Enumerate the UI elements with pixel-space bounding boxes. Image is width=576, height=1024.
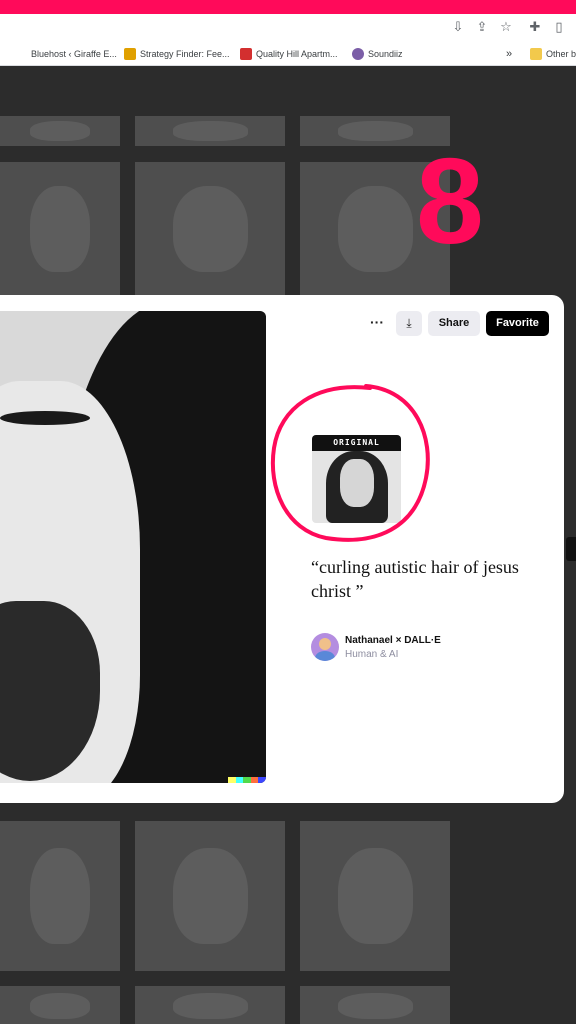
overflow-label: » xyxy=(506,48,513,60)
bookmark-label: Quality Hill Apartm... xyxy=(256,49,338,59)
prompt-text: “curling autistic hair of jesus christ ” xyxy=(311,557,519,601)
gallery-tile[interactable] xyxy=(300,986,450,1024)
download-app-icon[interactable]: ⇩ xyxy=(450,20,466,36)
gallery-tile[interactable] xyxy=(135,821,285,971)
download-button[interactable]: ⤓ xyxy=(396,311,422,336)
gallery-tile[interactable] xyxy=(0,821,120,971)
annotation-number: 8 xyxy=(416,133,484,269)
share-icon[interactable]: ⇪ xyxy=(474,20,490,36)
bookmark-label: Other b xyxy=(546,49,576,59)
star-icon[interactable]: ☆ xyxy=(498,20,514,36)
dalle-signature xyxy=(228,777,266,783)
favorite-button[interactable]: Favorite xyxy=(486,311,549,336)
original-badge: ORIGINAL xyxy=(312,435,401,451)
gallery-tile[interactable] xyxy=(300,821,450,971)
avatar xyxy=(311,633,339,661)
original-image-thumbnail[interactable]: ORIGINAL xyxy=(312,435,401,523)
bookmark-soundiiz[interactable]: Soundiiz xyxy=(352,46,403,62)
share-button[interactable]: Share xyxy=(428,311,480,336)
annotation-top-strip xyxy=(0,0,576,14)
download-icon: ⤓ xyxy=(406,316,412,330)
soundiiz-icon xyxy=(352,48,364,60)
gallery-tile[interactable] xyxy=(0,986,120,1024)
bookmarks-overflow[interactable]: » xyxy=(506,46,512,62)
gallery-tile[interactable] xyxy=(0,116,120,146)
bookmark-bluehost[interactable]: Bluehost ‹ Giraffe E... xyxy=(4,46,117,62)
bookmark-label: Bluehost ‹ Giraffe E... xyxy=(31,49,117,59)
folder-icon xyxy=(530,48,542,60)
author-info[interactable]: Nathanael × DALL·E Human & AI xyxy=(311,633,441,661)
bookmark-label: Soundiiz xyxy=(368,49,403,59)
more-options-button[interactable]: ··· xyxy=(364,313,390,335)
image-detail-modal xyxy=(0,295,564,803)
bookmark-other[interactable]: Other b xyxy=(530,46,576,62)
quality-hill-icon xyxy=(240,48,252,60)
generated-image xyxy=(0,311,266,783)
author-subtitle: Human & AI xyxy=(345,648,399,660)
bookmark-strategy-finder[interactable]: Strategy Finder: Fee... xyxy=(124,46,230,62)
gallery-tile[interactable] xyxy=(135,116,285,146)
browser-toolbar: ⇩ ⇪ ☆ ✚ ▯ xyxy=(0,14,576,42)
extensions-icon[interactable]: ✚ xyxy=(527,20,543,36)
gallery-tile[interactable] xyxy=(135,162,285,296)
bookmarks-bar: Bluehost ‹ Giraffe E... Strategy Finder:… xyxy=(0,42,576,66)
sidebar-icon[interactable]: ▯ xyxy=(551,20,567,36)
bookmark-label: Strategy Finder: Fee... xyxy=(140,49,230,59)
gallery-tile[interactable] xyxy=(135,986,285,1024)
bookmark-quality-hill[interactable]: Quality Hill Apartm... xyxy=(240,46,338,62)
strategy-finder-icon xyxy=(124,48,136,60)
next-arrow-tab[interactable] xyxy=(566,537,576,561)
author-name: Nathanael × DALL·E xyxy=(345,634,441,646)
gallery-tile[interactable] xyxy=(0,162,120,296)
